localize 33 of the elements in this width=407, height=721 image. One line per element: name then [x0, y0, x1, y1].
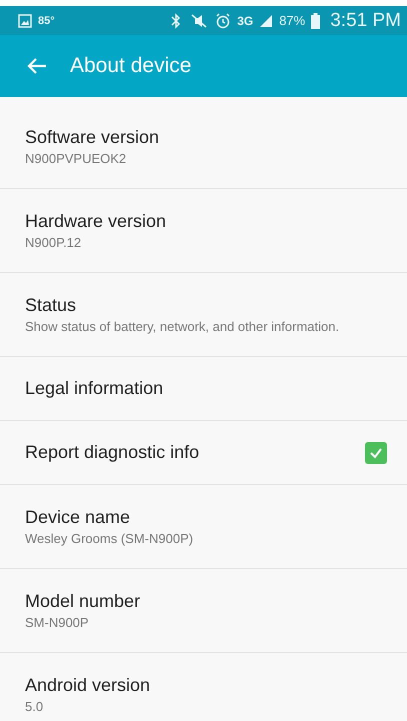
item-summary: N900PVPUEOK2: [25, 151, 128, 166]
settings-item[interactable]: Status Show status of battery, network, and other information.: [0, 273, 407, 357]
item-title: Report diagnostic info: [25, 442, 200, 463]
alarm-icon: [215, 12, 232, 28]
item-summary: Show status of battery, network, and other information.: [25, 319, 340, 334]
settings-item[interactable]: Legal information: [0, 357, 407, 421]
item-summary: Wesley Grooms (SM-N900P): [25, 531, 194, 546]
item-summary: SM-N900P: [25, 615, 90, 630]
settings-item[interactable]: Report diagnostic info: [0, 421, 407, 485]
screen-title: About device: [70, 54, 192, 78]
network-type-text: 3G: [237, 14, 254, 28]
item-title: Android version: [25, 675, 152, 696]
item-title: Legal information: [25, 378, 164, 399]
mute-icon: [189, 12, 210, 28]
checkbox[interactable]: [365, 442, 387, 464]
settings-item[interactable]: Hardware version N900P.12: [0, 189, 407, 273]
settings-item[interactable]: Software version N900PVPUEOK2: [0, 105, 407, 189]
settings-item[interactable]: Model number SM-N900P: [0, 569, 407, 653]
settings-item[interactable]: Android version 5.0: [0, 653, 407, 721]
settings-item[interactable]: Device name Wesley Grooms (SM-N900P): [0, 485, 407, 569]
item-title: Software version: [25, 127, 160, 148]
item-summary: 5.0: [25, 699, 44, 714]
signal-icon: [259, 14, 274, 28]
item-title: Model number: [25, 591, 142, 612]
image-icon: [18, 14, 32, 28]
item-title: Hardware version: [25, 211, 168, 232]
item-title: Status: [25, 295, 78, 316]
item-summary: N900P.12: [25, 235, 82, 250]
temperature-text: 85°: [38, 14, 55, 26]
clock-text: 3:51 PM: [330, 10, 401, 32]
battery-icon: [311, 12, 320, 28]
item-title: Device name: [25, 507, 132, 528]
battery-percent-text: 87%: [279, 13, 306, 28]
